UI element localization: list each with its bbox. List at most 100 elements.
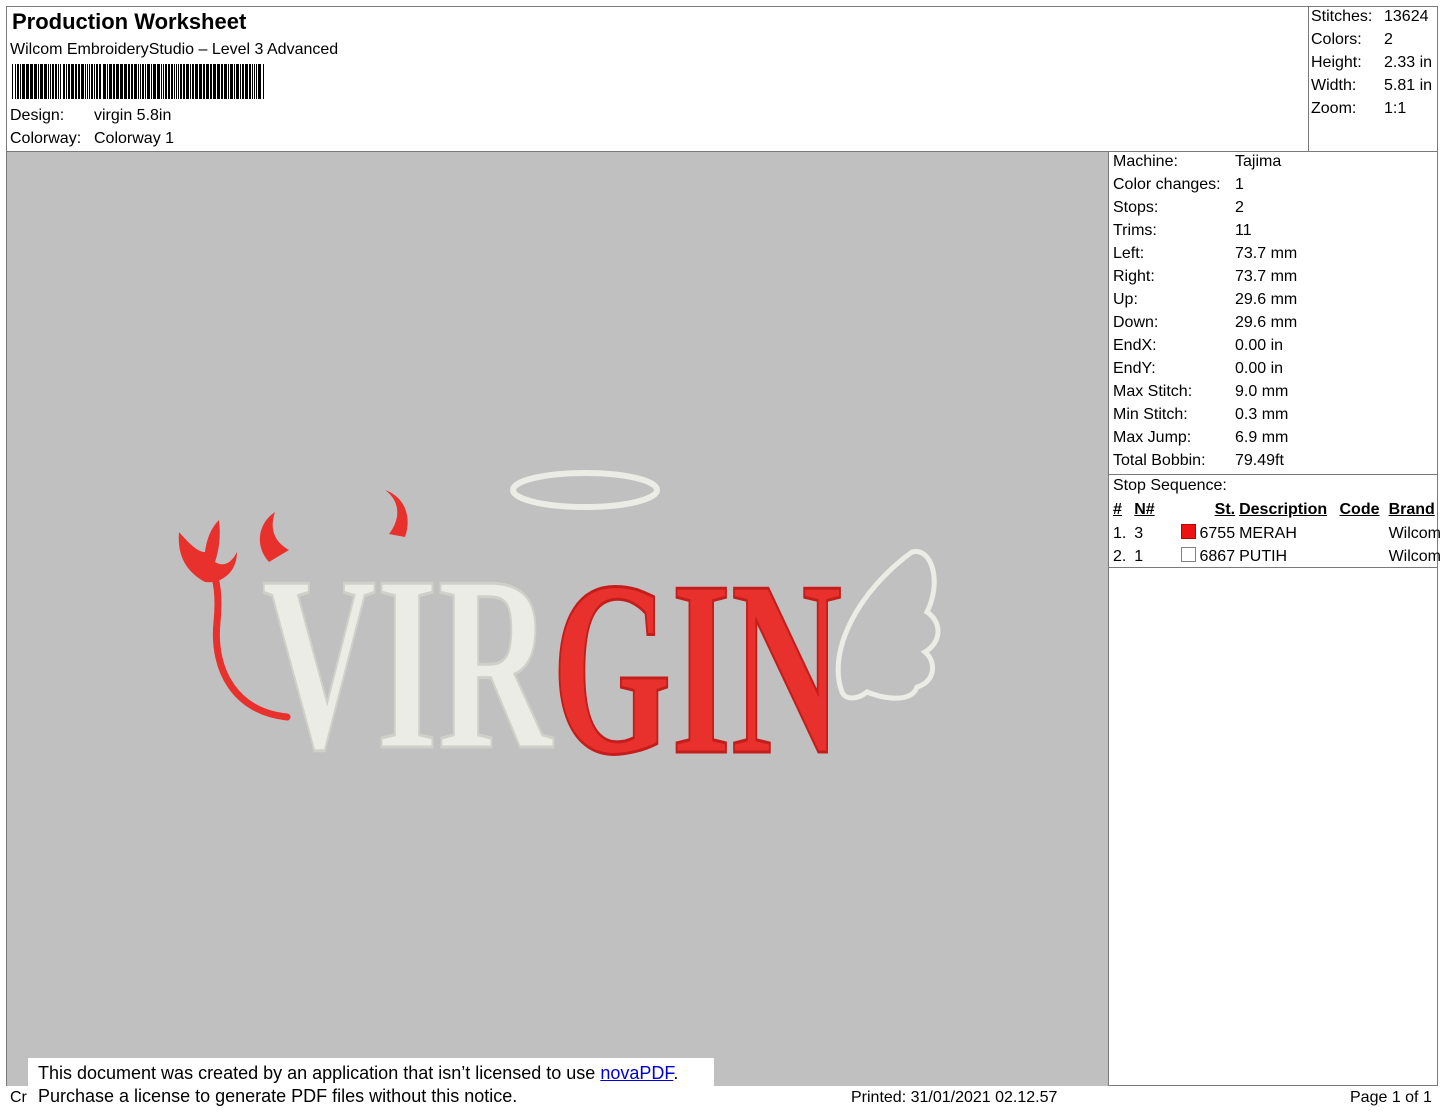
barcode-bar	[48, 64, 49, 99]
barcode-bar	[240, 64, 241, 99]
barcode-bar	[40, 64, 43, 99]
barcode-bar	[58, 64, 59, 99]
barcode-bar	[96, 64, 98, 99]
colorway-value: Colorway 1	[94, 130, 175, 147]
detail-row: Max Jump: 6.9 mm	[1113, 429, 1289, 446]
barcode-bar	[63, 64, 65, 99]
colorway-label: Colorway:	[10, 130, 82, 147]
barcode-bar	[142, 64, 144, 99]
barcode-bar	[120, 64, 123, 99]
barcode-bar	[168, 64, 170, 99]
column-header: Code	[1339, 500, 1380, 518]
novapdf-link[interactable]: novaPDF	[600, 1063, 673, 1083]
barcode-bar	[107, 64, 108, 99]
barcode-bar	[113, 64, 115, 99]
barcode-bar	[224, 64, 227, 99]
barcode-bar	[221, 64, 223, 99]
barcode-bar	[213, 64, 216, 99]
barcode-bar	[81, 64, 84, 99]
software-name: Wilcom EmbroideryStudio – Level 3 Advanc…	[10, 41, 339, 58]
table-row: 1. 3 6755 MERAH Wilcom	[1113, 524, 1441, 542]
detail-row: Up: 29.6 mm	[1113, 291, 1298, 308]
column-header: #	[1113, 500, 1122, 518]
design-value: virgin 5.8in	[94, 107, 172, 124]
barcode-bar	[234, 64, 235, 99]
barcode-bar	[99, 64, 101, 99]
details-divider	[1108, 474, 1438, 475]
detail-row: Trims: 11	[1113, 222, 1252, 239]
barcode-bar	[109, 64, 112, 99]
angel-wing-icon	[835, 549, 941, 701]
summary-row: Colors: 2	[1311, 31, 1393, 48]
page-title: Production Worksheet	[12, 9, 247, 34]
barcode-bar	[44, 64, 47, 99]
barcode-bar	[249, 64, 251, 99]
barcode-bar	[178, 64, 179, 99]
summary-row: Stitches: 13624	[1311, 8, 1429, 25]
detail-row: Right: 73.7 mm	[1113, 268, 1298, 285]
stop-sequence-table: # N# St. Description Code Brand 1. 3 675…	[1113, 499, 1445, 568]
barcode-bar	[103, 64, 106, 99]
barcode-bar	[12, 64, 13, 99]
color-swatch	[1180, 524, 1196, 539]
barcode-bar	[176, 64, 177, 99]
barcode-bar	[206, 64, 209, 99]
barcode-bar	[157, 64, 160, 99]
barcode-bar	[236, 64, 239, 99]
detail-row: Color changes: 1	[1113, 176, 1244, 193]
stop-sequence-label: Stop Sequence:	[1113, 477, 1227, 494]
barcode-bar	[145, 64, 146, 99]
detail-row: Max Stitch: 9.0 mm	[1113, 383, 1289, 400]
column-header: Brand	[1388, 500, 1435, 518]
barcode-bar	[180, 64, 182, 99]
detail-row: Left: 73.7 mm	[1113, 245, 1298, 262]
side-panel-divider	[1108, 151, 1109, 1086]
barcode-bar	[186, 64, 189, 99]
barcode-bar	[203, 64, 205, 99]
license-notice: This document was created by an applicat…	[28, 1058, 714, 1112]
barcode-bar	[254, 64, 255, 99]
barcode-bar	[55, 64, 57, 99]
barcode-bar	[26, 64, 29, 99]
barcode-bar	[195, 64, 198, 99]
barcode-bar	[68, 64, 70, 99]
footer-created-label: Cr	[10, 1089, 27, 1106]
barcode-bar	[38, 64, 39, 99]
detail-row: Down: 29.6 mm	[1113, 314, 1298, 331]
barcode-bar	[89, 64, 90, 99]
barcode-bar	[161, 64, 162, 99]
barcode-bar	[199, 64, 202, 99]
barcode	[12, 64, 264, 99]
barcode-bar	[15, 64, 16, 99]
barcode-bar	[153, 64, 156, 99]
barcode-bar	[210, 64, 212, 99]
barcode-bar	[78, 64, 80, 99]
barcode-bar	[94, 64, 95, 99]
design-label: Design:	[10, 107, 65, 124]
barcode-bar	[66, 64, 67, 99]
summary-divider	[1308, 6, 1309, 152]
embroidery-design: VIR GIN	[178, 470, 941, 809]
barcode-bar	[87, 64, 88, 99]
barcode-bar	[85, 64, 86, 99]
barcode-bar	[91, 64, 93, 99]
detail-row: Stops: 2	[1113, 199, 1244, 216]
barcode-bar	[171, 64, 173, 99]
column-header: St.	[1214, 500, 1236, 518]
detail-row: Machine: Tajima	[1113, 153, 1282, 170]
barcode-bar	[128, 64, 130, 99]
barcode-bar	[228, 64, 229, 99]
table-header-row: # N# St. Description Code Brand	[1113, 499, 1445, 522]
barcode-bar	[131, 64, 133, 99]
barcode-bar	[217, 64, 220, 99]
barcode-bar	[140, 64, 141, 99]
page-number: Page 1 of 1	[1350, 1089, 1432, 1106]
tail-fork-icon	[178, 520, 237, 583]
barcode-bar	[263, 64, 264, 99]
column-header: Description	[1239, 500, 1328, 518]
barcode-bar	[165, 64, 167, 99]
notice-line-2: Purchase a license to generate PDF files…	[38, 1086, 518, 1106]
barcode-bar	[116, 64, 119, 99]
barcode-bar	[190, 64, 191, 99]
barcode-bar	[34, 64, 37, 99]
